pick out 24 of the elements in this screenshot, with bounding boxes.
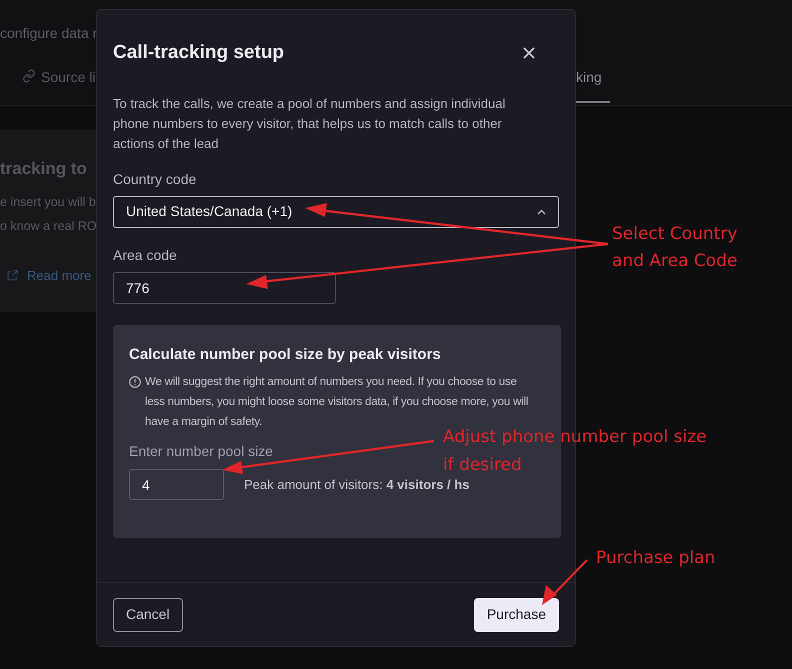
- field-label: Enter number pool size: [129, 442, 273, 461]
- card-title: tracking to: [0, 158, 87, 180]
- info-text: We will suggest the right amount of numbers you need. If you choose to use less numbers, you might loose some visitors data, if you choose more, you will have a margin of safety.: [145, 375, 530, 429]
- card-text: e insert you will b: [0, 194, 96, 211]
- annotation-text: Adjust phone number pool size if desired: [443, 426, 707, 477]
- card-text: o know a real RO: [0, 218, 97, 234]
- dialog-description: To track the calls, we create a pool of numbers and assign individual phone numbers to every visitor, that helps us to match calls to other actions of the lead: [113, 94, 506, 152]
- annotation-text: Select Country and Area Code: [612, 223, 738, 273]
- panel-title: Calculate number pool size by peak visitors: [129, 344, 442, 364]
- arrow: [542, 559, 588, 605]
- external-link-icon: [6, 268, 19, 282]
- pool-size-field[interactable]: 4: [129, 469, 224, 500]
- field-label: Country code: [113, 170, 198, 189]
- link-icon: [22, 69, 36, 83]
- peak-visitors-text: Peak amount of visitors: 4 visitors / hs: [244, 476, 470, 494]
- info-icon: [129, 376, 141, 388]
- dialog-title: Call-tracking setup: [113, 41, 284, 65]
- purchase-button[interactable]: Purchase: [474, 598, 559, 632]
- close-icon[interactable]: [523, 47, 535, 60]
- cancel-button[interactable]: Cancel: [113, 598, 183, 632]
- area-code-field[interactable]: 776: [113, 272, 336, 304]
- field-label: Area code: [113, 246, 178, 264]
- country-code-select[interactable]: United States/Canada (+1): [113, 196, 559, 228]
- annotation-text: Purchase plan: [596, 547, 716, 569]
